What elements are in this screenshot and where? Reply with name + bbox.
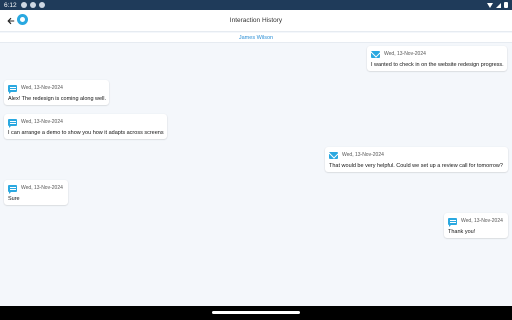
message-text: That would be very helpful. Could we set… — [329, 163, 503, 169]
chat-icon — [8, 184, 17, 194]
message-date: Wed, 13-Nov-2024 — [384, 51, 426, 57]
notification-icon — [29, 2, 36, 8]
email-icon — [371, 50, 380, 58]
email-icon — [329, 151, 338, 159]
message-date: Wed, 13-Nov-2024 — [342, 152, 384, 158]
back-arrow-icon[interactable] — [5, 15, 17, 27]
status-bar: 6:12 — [0, 0, 512, 10]
chat-icon — [448, 217, 457, 227]
message-card: Wed, 13-Nov-2024 Sure — [4, 180, 68, 205]
home-gesture-handle[interactable] — [212, 311, 300, 314]
message-date: Wed, 13-Nov-2024 — [21, 119, 63, 125]
wifi-icon — [487, 2, 493, 8]
message-card: Wed, 13-Nov-2024 Thank you! — [444, 213, 508, 238]
chat-icon — [8, 118, 17, 128]
message-card: Wed, 13-Nov-2024 Alex! The redesign is c… — [4, 80, 109, 105]
message-date: Wed, 13-Nov-2024 — [21, 185, 63, 191]
message-card: Wed, 13-Nov-2024 That would be very help… — [325, 147, 508, 172]
message-date: Wed, 13-Nov-2024 — [21, 85, 63, 91]
message-text: I can arrange a demo to show you how it … — [8, 130, 164, 136]
message-text: Sure — [8, 196, 20, 202]
app-bar: Interaction History — [0, 10, 512, 32]
message-text: Alex! The redesign is coming along well. — [8, 96, 107, 102]
contact-name[interactable]: James Wilson — [0, 33, 512, 43]
message-text: Thank you! — [448, 229, 476, 235]
message-card: Wed, 13-Nov-2024 I wanted to check in on… — [367, 46, 507, 71]
message-card: Wed, 13-Nov-2024 I can arrange a demo to… — [4, 114, 167, 139]
battery-icon — [504, 2, 508, 8]
message-date: Wed, 13-Nov-2024 — [461, 218, 503, 224]
notification-icon — [38, 2, 45, 8]
signal-icon — [496, 2, 501, 8]
navigation-bar — [0, 306, 512, 320]
chat-icon — [8, 84, 17, 94]
notification-icon — [20, 2, 27, 8]
page-title: Interaction History — [229, 17, 283, 24]
message-text: I wanted to check in on the website rede… — [371, 62, 504, 68]
app-logo-icon — [17, 14, 28, 25]
status-time: 6:12 — [4, 1, 17, 9]
